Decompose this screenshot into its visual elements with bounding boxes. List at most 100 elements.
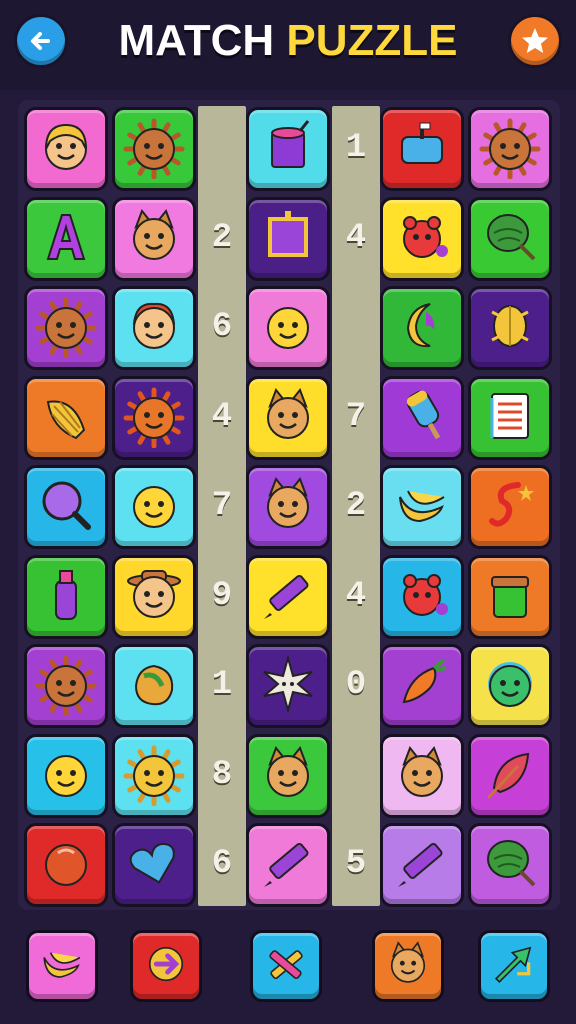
mailbox-icon [390,115,454,183]
powerup-button[interactable] [372,930,444,1002]
seashell-icon [34,384,98,452]
blue-heart-icon [122,831,186,899]
number-label: 6 [211,308,233,346]
leaf-icon [478,831,542,899]
page-title: MATCH PUZZLE [0,16,576,66]
crayon-icon [256,831,320,899]
powerup-button[interactable] [250,930,322,1002]
magnifier-icon [34,473,98,541]
number-label: 1 [345,129,367,167]
tile[interactable] [24,823,108,907]
tile[interactable] [246,554,330,639]
mango-icon [122,652,186,720]
tile[interactable] [380,644,464,728]
tile[interactable] [24,286,108,370]
tile[interactable] [380,733,464,818]
purple-square-icon [256,205,320,273]
number-label: 2 [345,487,367,525]
smiley-girl-icon [34,115,98,183]
powerup-button[interactable] [130,930,202,1002]
tile[interactable] [246,286,330,370]
tile[interactable] [380,107,464,191]
letter-a-icon [34,205,98,273]
tile[interactable] [468,286,552,370]
tile[interactable] [468,554,552,639]
game-board: 124647729410865 [18,100,560,910]
tile[interactable] [246,196,330,281]
tile[interactable] [24,375,108,460]
tile[interactable] [112,644,196,728]
tile[interactable] [24,196,108,281]
cat-face-icon [256,384,320,452]
tile[interactable] [246,465,330,549]
fox-face-icon [122,294,186,362]
title-part-puzzle: PUZZLE [286,16,458,65]
smiley-face-icon [122,473,186,541]
orange-ball-icon [34,831,98,899]
yellow-leaf-icon [478,294,542,362]
cowboy-face-icon [122,563,186,631]
crayon-icon [256,563,320,631]
tile[interactable] [246,733,330,818]
number-label: 1 [211,666,233,704]
tile[interactable] [380,554,464,639]
tile[interactable] [380,286,464,370]
sun-face-icon [34,294,98,362]
tile[interactable] [112,286,196,370]
arrow-right-icon [140,938,192,994]
sun-icon [122,384,186,452]
tile[interactable] [380,823,464,907]
tile[interactable] [468,823,552,907]
number-label: 4 [345,576,367,615]
number-label: 5 [345,845,367,883]
tile[interactable] [24,107,108,191]
tile[interactable] [24,554,108,639]
tile[interactable] [380,196,464,281]
tile[interactable] [24,733,108,818]
moon-flame-icon [390,294,454,362]
tile[interactable] [468,465,552,549]
tile[interactable] [112,465,196,549]
tile[interactable] [468,733,552,818]
tile[interactable] [380,375,464,460]
smiley-face-icon [256,294,320,362]
header-bar: MATCH PUZZLE [0,0,576,90]
tile[interactable] [246,644,330,728]
crossed-crayons-icon [260,938,312,994]
tile[interactable] [112,554,196,639]
cat-face-icon [256,473,320,541]
red-bird-icon [390,205,454,273]
tile[interactable] [112,375,196,460]
bottle-icon [34,563,98,631]
number-label: 0 [345,666,367,704]
tile[interactable] [24,644,108,728]
tile[interactable] [112,196,196,281]
powerup-button[interactable] [478,930,550,1002]
feather-icon [478,742,542,810]
number-label: 9 [211,576,233,615]
number-label: 6 [211,845,233,883]
star-icon [522,28,548,53]
tile[interactable] [246,107,330,191]
crayon-icon [390,831,454,899]
red-bird-icon [390,563,454,631]
number-label: 7 [345,397,367,436]
tile[interactable] [112,733,196,818]
powerup-button[interactable] [26,930,98,1002]
tile[interactable] [468,107,552,191]
number-label: 4 [345,218,367,257]
sun-face-icon [122,115,186,183]
smiley-face-icon [34,742,98,810]
tile[interactable] [468,644,552,728]
tile[interactable] [112,823,196,907]
tile[interactable] [24,465,108,549]
tile[interactable] [112,107,196,191]
tile[interactable] [468,196,552,281]
tile[interactable] [468,375,552,460]
star-button[interactable] [508,14,562,68]
tile[interactable] [246,823,330,907]
jar-icon [478,563,542,631]
tile[interactable] [380,465,464,549]
tile[interactable] [246,375,330,460]
sparkle-icon [256,652,320,720]
